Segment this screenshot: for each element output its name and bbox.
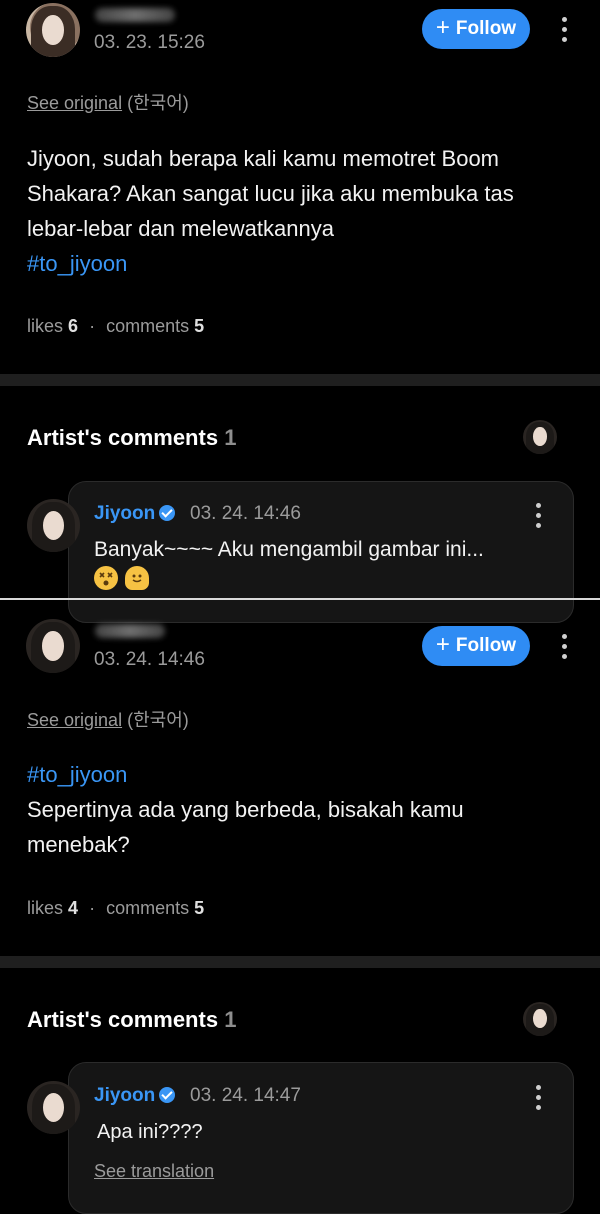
comment-text: Banyak~~~~ Aku mengambil gambar ini... (94, 538, 484, 561)
plus-icon: + (435, 14, 450, 41)
see-original-link[interactable]: See original (한국어) (27, 89, 189, 115)
dizzy-face-emoji (94, 566, 118, 590)
screenshot-divider (0, 598, 600, 600)
user-avatar[interactable] (26, 619, 80, 673)
post-text: Sepertinya ada yang berbeda, bisakah kam… (27, 797, 464, 857)
artist-name[interactable]: Jiyoon (94, 503, 155, 525)
artist-comments-count: 1 (224, 1007, 237, 1032)
follow-label: Follow (455, 635, 517, 656)
section-divider (0, 956, 600, 968)
see-translation-link[interactable]: See translation (94, 1161, 214, 1182)
comment-time: 03. 24. 14:47 (190, 1085, 301, 1106)
post-time: 03. 24. 14:46 (94, 649, 205, 670)
likes-count: 4 (68, 898, 79, 918)
artist-avatar-small[interactable] (523, 1002, 557, 1036)
avatar-face (42, 630, 64, 661)
more-options-icon[interactable] (536, 1085, 542, 1115)
artist-avatar[interactable] (27, 499, 80, 552)
comments-count: 5 (194, 316, 205, 336)
username-blurred (95, 624, 165, 638)
comments-count: 5 (194, 898, 205, 918)
see-original-link[interactable]: See original (한국어) (27, 706, 189, 732)
verified-icon (159, 505, 175, 521)
more-options-icon[interactable] (562, 17, 568, 47)
username-blurred (95, 8, 175, 22)
melting-face-emoji (125, 566, 149, 590)
artist-comments-title: Artist's comments 1 (27, 1007, 237, 1032)
post-text: Jiyoon, sudah berapa kali kamu memotret … (27, 146, 514, 241)
artist-name[interactable]: Jiyoon (94, 1085, 155, 1107)
more-options-icon[interactable] (536, 503, 542, 533)
comments-label[interactable]: comments (106, 316, 189, 336)
avatar-face (533, 427, 547, 447)
hashtag-link[interactable]: #to_jiyoon (27, 757, 587, 792)
section-divider (0, 374, 600, 386)
post-body: #to_jiyoon Sepertinya ada yang berbeda, … (27, 757, 587, 862)
user-avatar[interactable] (26, 3, 80, 57)
comments-label[interactable]: comments (106, 898, 189, 918)
likes-label: likes (27, 316, 64, 336)
post-body: Jiyoon, sudah berapa kali kamu memotret … (27, 141, 587, 281)
artist-avatar[interactable] (27, 1081, 80, 1134)
language-label: (한국어) (127, 93, 189, 113)
post-time: 03. 23. 15:26 (94, 32, 205, 53)
comment-time: 03. 24. 14:46 (190, 503, 301, 524)
comment-text: Apa ini???? (97, 1121, 203, 1143)
see-original-label: See original (27, 710, 123, 730)
follow-button[interactable]: + Follow (422, 9, 530, 49)
follow-button[interactable]: + Follow (422, 626, 530, 666)
avatar-face (533, 1009, 547, 1029)
avatar-face (42, 14, 64, 45)
avatar-face (42, 510, 65, 540)
plus-icon: + (435, 631, 450, 658)
artist-comments-title: Artist's comments 1 (27, 425, 237, 450)
see-original-label: See original (27, 93, 123, 113)
verified-icon (159, 1087, 175, 1103)
language-label: (한국어) (127, 710, 189, 730)
follow-label: Follow (455, 18, 517, 39)
likes-label: likes (27, 898, 64, 918)
hashtag-link[interactable]: #to_jiyoon (27, 246, 587, 281)
artist-comments-count: 1 (224, 425, 237, 450)
artist-avatar-small[interactable] (523, 420, 557, 454)
post-stats: likes 4 · comments 5 (27, 898, 205, 918)
avatar-face (42, 1092, 65, 1122)
more-options-icon[interactable] (562, 634, 568, 664)
likes-count: 6 (68, 316, 79, 336)
post-stats: likes 6 · comments 5 (27, 316, 205, 336)
